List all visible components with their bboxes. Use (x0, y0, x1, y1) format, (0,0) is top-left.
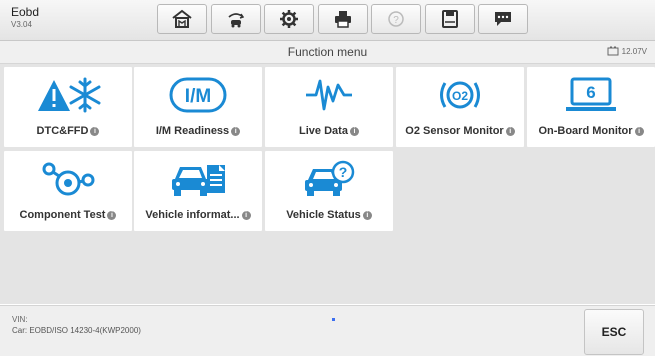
app-version: V3.04 (11, 20, 32, 29)
save-icon (442, 10, 458, 28)
dtc-ffd-icon (38, 77, 101, 113)
feedback-icon (495, 12, 511, 26)
component-test-icon (42, 162, 95, 196)
o2-sensor-icon: O2 (440, 81, 480, 109)
save-button[interactable] (425, 4, 475, 34)
info-icon[interactable]: i (634, 127, 644, 136)
function-label: On-Board Monitor (538, 125, 633, 137)
function-tile-im-readiness[interactable]: I/M I/M Readiness i (134, 67, 262, 147)
onboard-monitor-icon: 6 (566, 77, 616, 111)
car-protocol: Car: EOBD/ISO 14230-4(KWP2000) (12, 326, 141, 335)
top-toolbar: Eobd V3.04 ? (0, 0, 655, 41)
info-icon[interactable]: i (241, 211, 251, 220)
battery-voltage: 12.07V (621, 46, 647, 56)
svg-text:?: ? (393, 15, 399, 26)
function-tile-component-test[interactable]: Component Test i (4, 151, 132, 231)
info-icon[interactable]: i (90, 127, 100, 136)
battery-status: 12.07V (607, 46, 647, 56)
function-tile-dtc-ffd[interactable]: DTC&FFD i (4, 67, 132, 147)
function-tile-onboard-monitor[interactable]: 6 On-Board Monitor i (527, 67, 655, 147)
home-icon (172, 9, 192, 28)
app-name: Eobd (11, 5, 40, 19)
page-indicator (332, 318, 335, 321)
info-icon[interactable]: i (231, 127, 241, 136)
vin-label: VIN: (12, 315, 28, 324)
print-button[interactable] (318, 4, 368, 34)
function-label: Component Test (19, 209, 106, 221)
info-icon[interactable]: i (107, 211, 117, 220)
svg-text:O2: O2 (452, 89, 468, 103)
im-readiness-icon: I/M (169, 77, 227, 113)
help-button[interactable]: ? (371, 4, 421, 34)
function-label: O2 Sensor Monitor (405, 125, 504, 137)
svg-text:?: ? (339, 164, 348, 180)
footer-bar: VIN: Car: EOBD/ISO 14230-4(KWP2000) ESC (0, 305, 655, 356)
gear-icon (280, 10, 298, 28)
svg-text:6: 6 (586, 83, 595, 102)
function-tile-live-data[interactable]: Live Data i (265, 67, 393, 147)
vehicle-swap-icon (228, 13, 245, 28)
esc-button[interactable]: ESC (584, 309, 644, 355)
info-icon[interactable]: i (349, 127, 359, 136)
function-menu-header: Function menu 12.07V (0, 41, 655, 64)
live-data-icon (306, 79, 352, 111)
info-icon[interactable]: i (362, 211, 372, 220)
vehicle-status-icon: ? (305, 160, 355, 196)
printer-icon (335, 11, 351, 28)
function-label: Vehicle Status (286, 209, 361, 221)
battery-icon (607, 46, 619, 56)
svg-text:I/M: I/M (185, 86, 211, 107)
function-label: I/M Readiness (155, 125, 230, 137)
function-label: Live Data (299, 125, 348, 137)
settings-button[interactable] (264, 4, 314, 34)
function-label: DTC&FFD (36, 125, 89, 137)
home-button[interactable] (157, 4, 207, 34)
function-tile-vehicle-information[interactable]: Vehicle informat... i (134, 151, 262, 231)
function-tile-o2-sensor[interactable]: O2 O2 Sensor Monitor i (396, 67, 524, 147)
vehicle-swap-button[interactable] (211, 4, 261, 34)
function-tile-vehicle-status[interactable]: ? Vehicle Status i (265, 151, 393, 231)
feedback-button[interactable] (478, 4, 528, 34)
vehicle-info-icon (172, 165, 225, 196)
function-label: Vehicle informat... (145, 209, 240, 221)
info-icon[interactable]: i (505, 127, 515, 136)
help-icon: ? (388, 11, 404, 27)
page-title: Function menu (287, 45, 368, 59)
function-grid: DTC&FFD i I/M I/M Readiness i Live Data i O… (0, 64, 655, 304)
